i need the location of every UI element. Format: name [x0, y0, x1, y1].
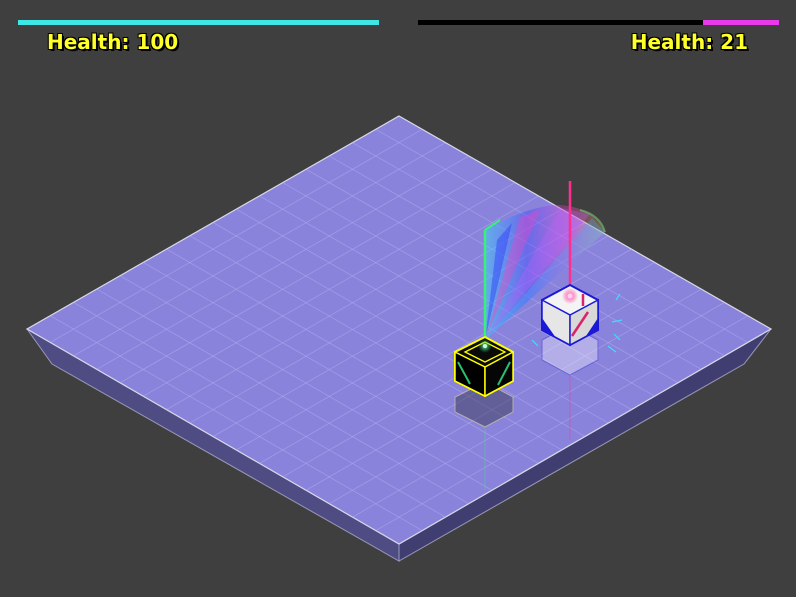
game-board-scene[interactable] — [0, 0, 796, 597]
game-viewport[interactable]: Health: 100 Health: 21 — [0, 0, 796, 597]
board-top[interactable] — [25, 115, 773, 545]
